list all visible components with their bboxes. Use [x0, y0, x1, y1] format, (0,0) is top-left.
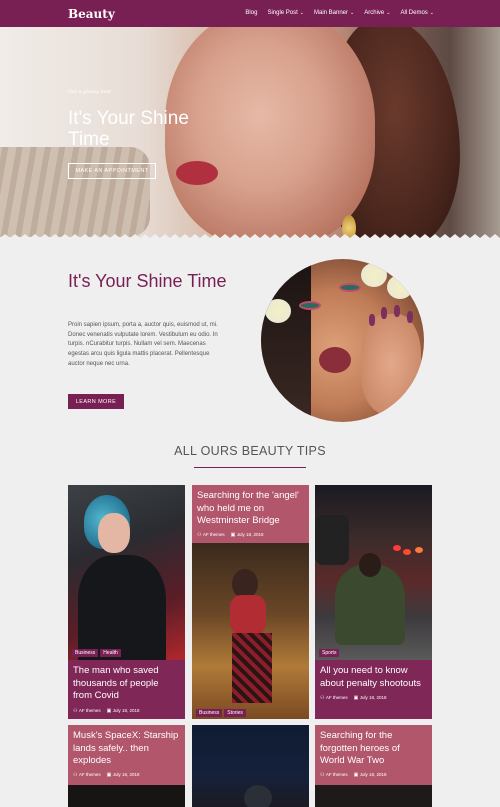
- post-card-caption: The man who saved thousands of people fr…: [68, 660, 185, 719]
- about-title: It's Your Shine Time: [68, 271, 227, 291]
- circle-photo-hair: [261, 259, 311, 422]
- post-title[interactable]: Searching for the forgotten heroes of Wo…: [320, 730, 427, 768]
- circle-photo-flower: [387, 275, 413, 299]
- post-image-top: [230, 595, 266, 635]
- hero-title: It's Your Shine Time: [68, 108, 189, 150]
- category-badge[interactable]: Business: [72, 649, 99, 657]
- post-card[interactable]: Searching for the forgotten heroes of Wo…: [315, 725, 432, 807]
- nav-item-single-post[interactable]: Single Post ⌄: [267, 10, 304, 16]
- category-badge[interactable]: Business: [196, 709, 223, 717]
- circle-photo-nail: [381, 307, 387, 319]
- nav-item-all-demos[interactable]: All Demos ⌄: [400, 10, 434, 16]
- category-badge[interactable]: Health: [100, 649, 121, 657]
- post-card[interactable]: Sports All you need to know about penalt…: [315, 485, 432, 719]
- nav-item-archive[interactable]: Archive ⌄: [364, 10, 390, 16]
- post-categories: Business Stories: [196, 709, 246, 717]
- post-card-caption: Searching for the forgotten heroes of Wo…: [315, 725, 432, 785]
- section-title: ALL OURS BEAUTY TIPS: [174, 444, 326, 458]
- post-date: ▣ July 18, 2018: [353, 771, 387, 778]
- post-card-image: [192, 543, 309, 719]
- post-meta: ⚇ AF themes ▣ July 18, 2018: [73, 772, 180, 778]
- post-image-face: [98, 513, 130, 553]
- post-card[interactable]: [192, 725, 309, 807]
- circle-photo-mouth: [319, 347, 351, 373]
- post-meta: ⚇ AF themes ▣ July 18, 2018: [73, 708, 180, 714]
- post-title[interactable]: The man who saved thousands of people fr…: [73, 665, 180, 703]
- hero-tagline: Get a glossy look: [68, 89, 112, 95]
- make-appointment-button[interactable]: MAKE AN APPOINTMENT: [68, 163, 156, 179]
- circle-photo-eye: [339, 283, 361, 292]
- post-meta: ⚇ AF themes ▣ July 18, 2018: [320, 772, 427, 778]
- chevron-down-icon: ⌄: [350, 10, 355, 16]
- nav-item-main-banner[interactable]: Main Banner ⌄: [314, 10, 354, 16]
- post-card[interactable]: Musk's SpaceX: Starship lands safely.. t…: [68, 725, 185, 807]
- post-title[interactable]: Musk's SpaceX: Starship lands safely.. t…: [73, 730, 180, 768]
- circle-photo-nail: [407, 311, 413, 323]
- post-title[interactable]: All you need to know about penalty shoot…: [320, 665, 427, 690]
- post-card[interactable]: Business Health The man who saved thousa…: [68, 485, 185, 719]
- post-author: ⚇ AF themes: [73, 771, 101, 778]
- post-card-caption: All you need to know about penalty shoot…: [315, 660, 432, 719]
- post-date: ▣ July 18, 2018: [106, 707, 140, 714]
- post-card-image: [68, 485, 185, 665]
- post-image-head: [359, 553, 381, 577]
- post-author: ⚇ AF themes: [73, 707, 101, 714]
- post-date: ▣ July 18, 2018: [353, 695, 387, 701]
- category-badge[interactable]: Stories: [224, 709, 246, 717]
- post-image-lights: [393, 545, 401, 551]
- post-card-image: [315, 785, 432, 807]
- site-logo[interactable]: Beauty: [68, 7, 115, 21]
- post-card-image: [315, 485, 432, 660]
- post-card-image: [68, 785, 185, 807]
- post-image-person: [335, 565, 405, 645]
- post-date: ▣ July 18, 2018: [230, 531, 264, 538]
- post-meta: ⚇ AF themes ▣ July 18, 2018: [197, 532, 304, 538]
- about-body: Proin sapien ipsum, porta a, auctor quis…: [68, 322, 218, 367]
- top-navbar: Beauty Blog Single Post ⌄ Main Banner ⌄ Ar…: [0, 0, 500, 27]
- post-image-car: [315, 515, 349, 565]
- circle-photo-nail: [369, 314, 375, 326]
- post-image-person: [244, 785, 272, 807]
- post-title[interactable]: Searching for the 'angel' who held me on…: [197, 490, 304, 528]
- hero-zigzag-divider: [0, 234, 500, 242]
- post-author: ⚇ AF themes: [320, 695, 348, 701]
- circle-photo-eye: [299, 301, 321, 310]
- post-image-skirt: [232, 633, 272, 703]
- main-menu: Blog Single Post ⌄ Main Banner ⌄ Archive ⌄ …: [245, 10, 434, 16]
- post-card-caption: Searching for the 'angel' who held me on…: [192, 485, 309, 543]
- chevron-down-icon: ⌄: [429, 10, 434, 16]
- hero-photo-pillow: [0, 147, 150, 237]
- post-categories: Sports: [319, 649, 340, 657]
- chevron-down-icon: ⌄: [299, 10, 304, 16]
- category-badge[interactable]: Sports: [319, 649, 340, 657]
- post-author: ⚇ AF themes: [197, 531, 225, 538]
- nav-item-blog[interactable]: Blog: [245, 10, 257, 16]
- post-card-caption: Musk's SpaceX: Starship lands safely.. t…: [68, 725, 185, 785]
- circle-photo-flower: [265, 299, 291, 323]
- post-card[interactable]: Searching for the 'angel' who held me on…: [192, 485, 309, 719]
- post-date: ▣ July 18, 2018: [106, 771, 140, 778]
- post-categories: Business Health: [72, 649, 121, 657]
- hero-photo-lips: [176, 161, 218, 185]
- about-circle-photo: [261, 259, 424, 422]
- post-author: ⚇ AF themes: [320, 771, 348, 778]
- learn-more-button[interactable]: LEARN MORE: [68, 394, 124, 409]
- circle-photo-hand: [361, 314, 421, 414]
- chevron-down-icon: ⌄: [386, 10, 391, 16]
- circle-photo-flower: [361, 263, 387, 287]
- circle-photo-nail: [394, 305, 400, 317]
- post-meta: ⚇ AF themes ▣ July 18, 2018: [320, 695, 427, 701]
- section-divider: [194, 467, 306, 468]
